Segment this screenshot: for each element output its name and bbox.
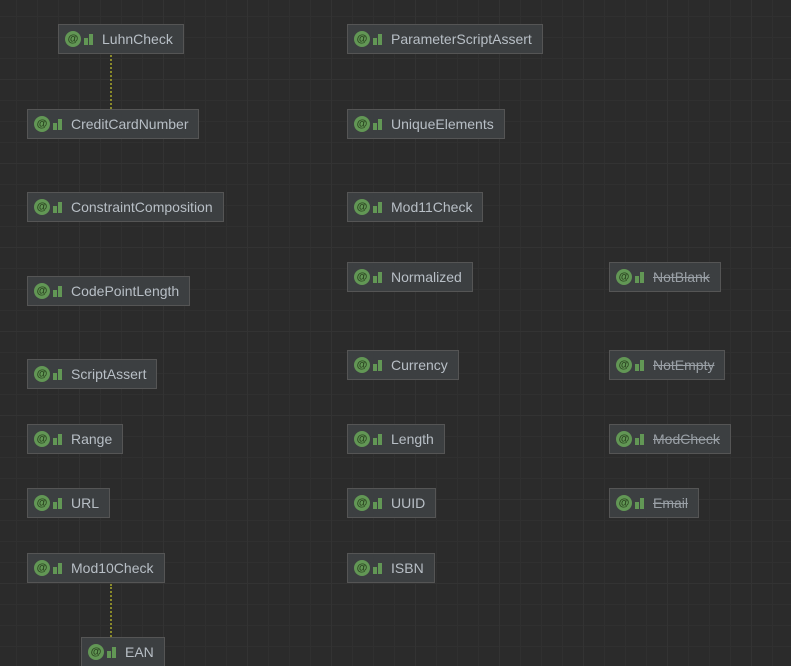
node-mod10check[interactable]: @ Mod10Check [27,553,165,583]
node-label: ParameterScriptAssert [391,31,532,47]
class-icon [53,286,63,297]
class-icon [635,434,645,445]
node-uniqueelements[interactable]: @ UniqueElements [347,109,505,139]
annotation-icon: @ [354,560,370,576]
annotation-icon: @ [354,269,370,285]
node-mod11check[interactable]: @ Mod11Check [347,192,483,222]
class-icon [53,369,63,380]
node-range[interactable]: @ Range [27,424,123,454]
class-icon [373,34,383,45]
annotation-icon: @ [34,431,50,447]
node-creditcardnumber[interactable]: @ CreditCardNumber [27,109,199,139]
annotation-icon: @ [34,283,50,299]
node-notblank[interactable]: @ NotBlank [609,262,721,292]
node-label: EAN [125,644,154,660]
annotation-icon: @ [354,116,370,132]
node-url[interactable]: @ URL [27,488,110,518]
annotation-icon: @ [34,366,50,382]
class-icon [373,434,383,445]
class-icon [635,272,645,283]
class-icon [107,647,117,658]
node-label: LuhnCheck [102,31,173,47]
node-label: ISBN [391,560,424,576]
class-icon [373,563,383,574]
class-icon [373,498,383,509]
class-icon [373,202,383,213]
annotation-icon: @ [34,199,50,215]
annotation-icon: @ [88,644,104,660]
annotation-icon: @ [34,116,50,132]
annotation-icon: @ [354,199,370,215]
node-label: ConstraintComposition [71,199,213,215]
class-icon [373,272,383,283]
node-uuid[interactable]: @ UUID [347,488,436,518]
class-icon [635,498,645,509]
annotation-icon: @ [34,495,50,511]
node-label: UniqueElements [391,116,494,132]
annotation-icon: @ [616,357,632,373]
node-modcheck[interactable]: @ ModCheck [609,424,731,454]
node-label: ModCheck [653,431,720,447]
node-currency[interactable]: @ Currency [347,350,459,380]
node-label: Mod10Check [71,560,154,576]
node-label: Normalized [391,269,462,285]
node-label: URL [71,495,99,511]
node-normalized[interactable]: @ Normalized [347,262,473,292]
node-label: CodePointLength [71,283,179,299]
node-ean[interactable]: @ EAN [81,637,165,666]
node-luhncheck[interactable]: @ LuhnCheck [58,24,184,54]
node-notempty[interactable]: @ NotEmpty [609,350,725,380]
class-icon [373,360,383,371]
class-icon [53,498,63,509]
node-constraintcomposition[interactable]: @ ConstraintComposition [27,192,224,222]
node-label: Range [71,431,112,447]
annotation-icon: @ [616,269,632,285]
annotation-icon: @ [354,357,370,373]
node-label: CreditCardNumber [71,116,188,132]
node-label: UUID [391,495,425,511]
node-isbn[interactable]: @ ISBN [347,553,435,583]
connector-mod10-to-ean [110,584,112,637]
node-label: NotEmpty [653,357,714,373]
node-label: ScriptAssert [71,366,146,382]
class-icon [53,563,63,574]
diagram-canvas[interactable]: @ LuhnCheck @ ParameterScriptAssert @ CreditC… [0,0,791,666]
annotation-icon: @ [616,431,632,447]
node-label: NotBlank [653,269,710,285]
node-label: Currency [391,357,448,373]
node-label: Mod11Check [391,199,472,215]
annotation-icon: @ [354,495,370,511]
class-icon [53,434,63,445]
node-length[interactable]: @ Length [347,424,445,454]
annotation-icon: @ [34,560,50,576]
node-parameterscriptassert[interactable]: @ ParameterScriptAssert [347,24,543,54]
annotation-icon: @ [65,31,81,47]
class-icon [373,119,383,130]
node-label: Length [391,431,434,447]
class-icon [53,119,63,130]
node-scriptassert[interactable]: @ ScriptAssert [27,359,157,389]
annotation-icon: @ [354,31,370,47]
annotation-icon: @ [354,431,370,447]
class-icon [635,360,645,371]
annotation-icon: @ [616,495,632,511]
class-icon [84,34,94,45]
node-codepointlength[interactable]: @ CodePointLength [27,276,190,306]
class-icon [53,202,63,213]
node-email[interactable]: @ Email [609,488,699,518]
node-label: Email [653,495,688,511]
connector-luhn-to-credit [110,55,112,109]
